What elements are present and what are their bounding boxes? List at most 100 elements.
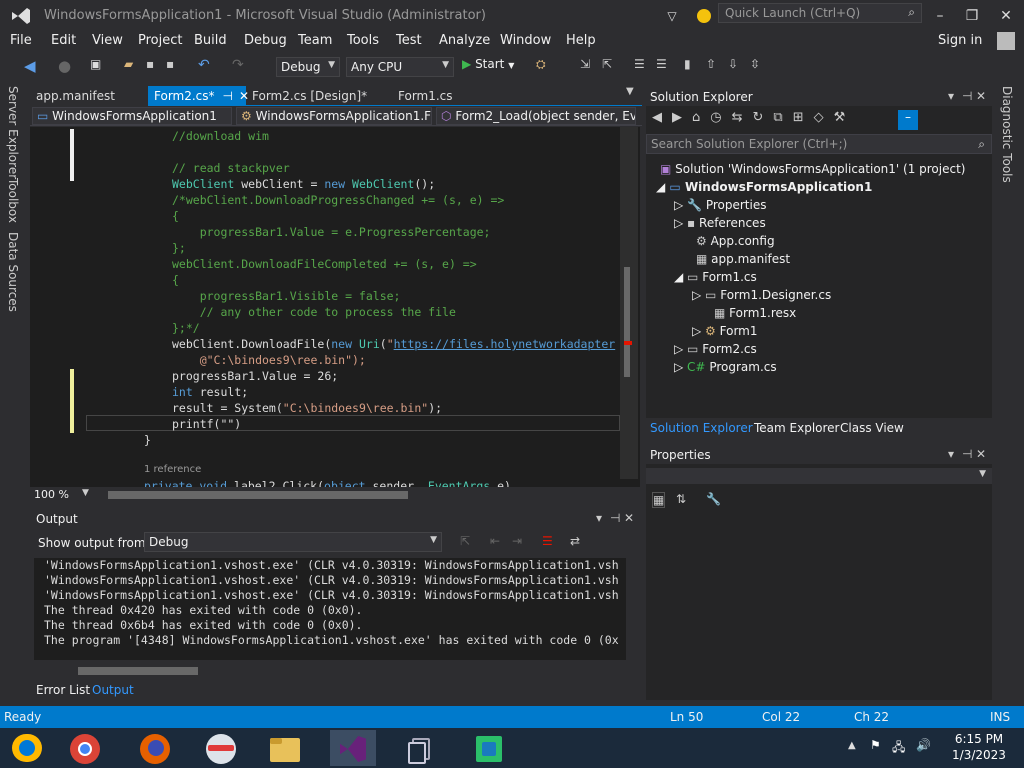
tab-solution-explorer[interactable]: Solution Explorer [650,421,753,435]
tab-form2-design[interactable]: Form2.cs [Design]* [246,86,373,106]
menu-team[interactable]: Team [298,33,332,48]
code-editor[interactable]: //download wim // read stackpver WebClie… [30,127,640,487]
step-icon[interactable]: ⇲ [580,57,598,75]
pin-icon[interactable]: ⊣ [610,511,620,525]
comment-icon[interactable]: ☰ [634,57,652,75]
prev-message-icon[interactable]: ⇤ [490,534,500,548]
tree-form2-cs[interactable]: ▷ ▭ Form2.cs [674,342,757,356]
save-icon[interactable]: ▪ [146,57,164,75]
menu-help[interactable]: Help [566,33,596,48]
output-horizontal-scroll-thumb[interactable] [78,667,198,675]
obs-icon[interactable] [198,730,244,766]
dropdown-icon[interactable]: ▾ [948,89,954,103]
close-icon[interactable]: ✕ [976,447,986,461]
prev-bookmark-icon[interactable]: ⇧ [706,57,724,75]
firefox-icon[interactable] [132,730,178,766]
visual-studio-taskbar-icon[interactable] [330,730,376,766]
tab-app-manifest[interactable]: app.manifest [30,86,121,106]
zoom-level[interactable]: 100 % [34,488,69,501]
tree-program-cs[interactable]: ▷ C# Program.cs [674,360,777,374]
class-dropdown[interactable]: ⚙ WindowsFormsApplication1.Fo [236,107,432,125]
se-search-input[interactable]: Search Solution Explorer (Ctrl+;) ⌕ [646,134,992,154]
menu-analyze[interactable]: Analyze [439,33,490,48]
properties-icon[interactable]: ⚒ [834,110,856,125]
alphabetical-icon[interactable]: ⇅ [676,492,686,506]
show-hidden-icons-icon[interactable]: ▲ [848,740,856,751]
output-text[interactable]: 'WindowsFormsApplication1.vshost.exe' (C… [34,558,626,660]
file-explorer-icon[interactable] [262,730,308,766]
tree-properties[interactable]: ▷ 🔧 Properties [674,198,766,212]
output-source-select[interactable]: Debug ▼ [144,532,442,552]
notification-flag-icon[interactable]: ▽ [664,4,680,28]
tree-project[interactable]: ◢ ▭ WindowsFormsApplication1 [656,180,872,194]
sign-in-link[interactable]: Sign in [938,33,982,48]
tree-form1-designer[interactable]: ▷ ▭ Form1.Designer.cs [692,288,831,302]
chrome-icon[interactable] [62,730,108,766]
scroll-thumb[interactable] [624,267,630,377]
tab-overflow-icon[interactable]: ▼ [626,86,634,97]
solution-configuration-select[interactable]: Debug ▼ [276,57,340,77]
volume-icon[interactable]: 🔊 [916,738,931,752]
property-pages-icon[interactable]: 🔧 [706,492,721,506]
network-icon[interactable]: 🖧 [892,738,905,759]
props-object-select[interactable]: ▼ [646,468,992,484]
pin-icon[interactable]: ⊣ [962,447,972,461]
next-message-icon[interactable]: ⇥ [512,534,522,548]
feedback-smiley-icon[interactable] [694,4,714,28]
project-dropdown[interactable]: ▭ WindowsFormsApplication1 [32,107,232,125]
tree-references[interactable]: ▷ ▪ References [674,216,766,230]
view-code-icon[interactable]: ◇ [814,110,834,125]
toolbox-tab[interactable]: Toolbox [6,178,20,223]
start-button[interactable]: ▶ Start ▼ [462,57,522,77]
tab-output[interactable]: Output [92,683,134,697]
horizontal-scroll-thumb[interactable] [108,491,408,499]
solution-platform-select[interactable]: Any CPU ▼ [346,57,454,77]
dropdown-icon[interactable]: ▾ [948,447,954,461]
back-icon[interactable]: ◀ [652,110,672,125]
close-icon[interactable]: ✕ [976,89,986,103]
tree-app-manifest[interactable]: ▦ app.manifest [696,252,790,266]
find-message-icon[interactable]: ⇱ [460,534,470,548]
tab-form1-cs[interactable]: Form1.cs [392,86,459,106]
quick-launch-input[interactable]: Quick Launch (Ctrl+Q) ⌕ [718,3,922,23]
data-sources-tab[interactable]: Data Sources [6,232,20,312]
uncomment-icon[interactable]: ☰ [656,57,674,75]
menu-tools[interactable]: Tools [347,33,379,48]
close-button[interactable]: ✕ [996,4,1016,28]
tab-class-view[interactable]: Class View [840,421,904,435]
vertical-scrollbar[interactable] [620,127,638,479]
member-dropdown[interactable]: ⬡ Form2_Load(object sender, Eve [436,107,636,125]
avatar[interactable] [997,32,1015,50]
navigate-forward-icon[interactable]: ● [58,57,76,75]
chevron-down-icon[interactable]: ▼ [82,488,89,498]
pin-icon[interactable]: ⊣ [223,89,233,103]
minimize-button[interactable]: – [930,4,950,28]
menu-edit[interactable]: Edit [51,33,76,48]
restore-button[interactable]: ❐ [962,4,982,28]
clear-bookmarks-icon[interactable]: ⇳ [750,57,768,75]
tree-form1-class[interactable]: ▷ ⚙ Form1 [692,324,758,338]
codelens-references[interactable]: 1 reference [144,464,201,475]
menu-file[interactable]: File [10,33,32,48]
task-view-icon[interactable] [398,730,444,766]
menu-window[interactable]: Window [500,33,551,48]
close-icon[interactable]: ✕ [624,511,634,525]
action-flag-icon[interactable]: ⚑ [870,738,881,752]
bookmark-icon[interactable]: ▮ [684,57,702,75]
server-explorer-tab[interactable]: Server Explorer [6,86,20,179]
tree-form1-resx[interactable]: ▦ Form1.resx [714,306,796,320]
attach-icon[interactable]: ⛭ [536,57,554,75]
home-icon[interactable]: ⌂ [692,110,710,125]
save-all-icon[interactable]: ▪ [166,57,184,75]
format-icon[interactable]: ⇱ [602,57,620,75]
menu-build[interactable]: Build [194,33,227,48]
pending-changes-icon[interactable]: ◷ [710,110,731,125]
clear-all-icon[interactable]: ☰ [542,534,553,548]
undo-icon[interactable]: ↶ [198,57,216,75]
next-bookmark-icon[interactable]: ⇩ [728,57,746,75]
tree-app-config[interactable]: ⚙ App.config [696,234,775,248]
navigate-back-icon[interactable]: ◀ [24,57,42,75]
tab-error-list[interactable]: Error List [36,683,90,697]
menu-project[interactable]: Project [138,33,182,48]
diagnostic-tools-tab[interactable]: Diagnostic Tools [1000,86,1014,183]
